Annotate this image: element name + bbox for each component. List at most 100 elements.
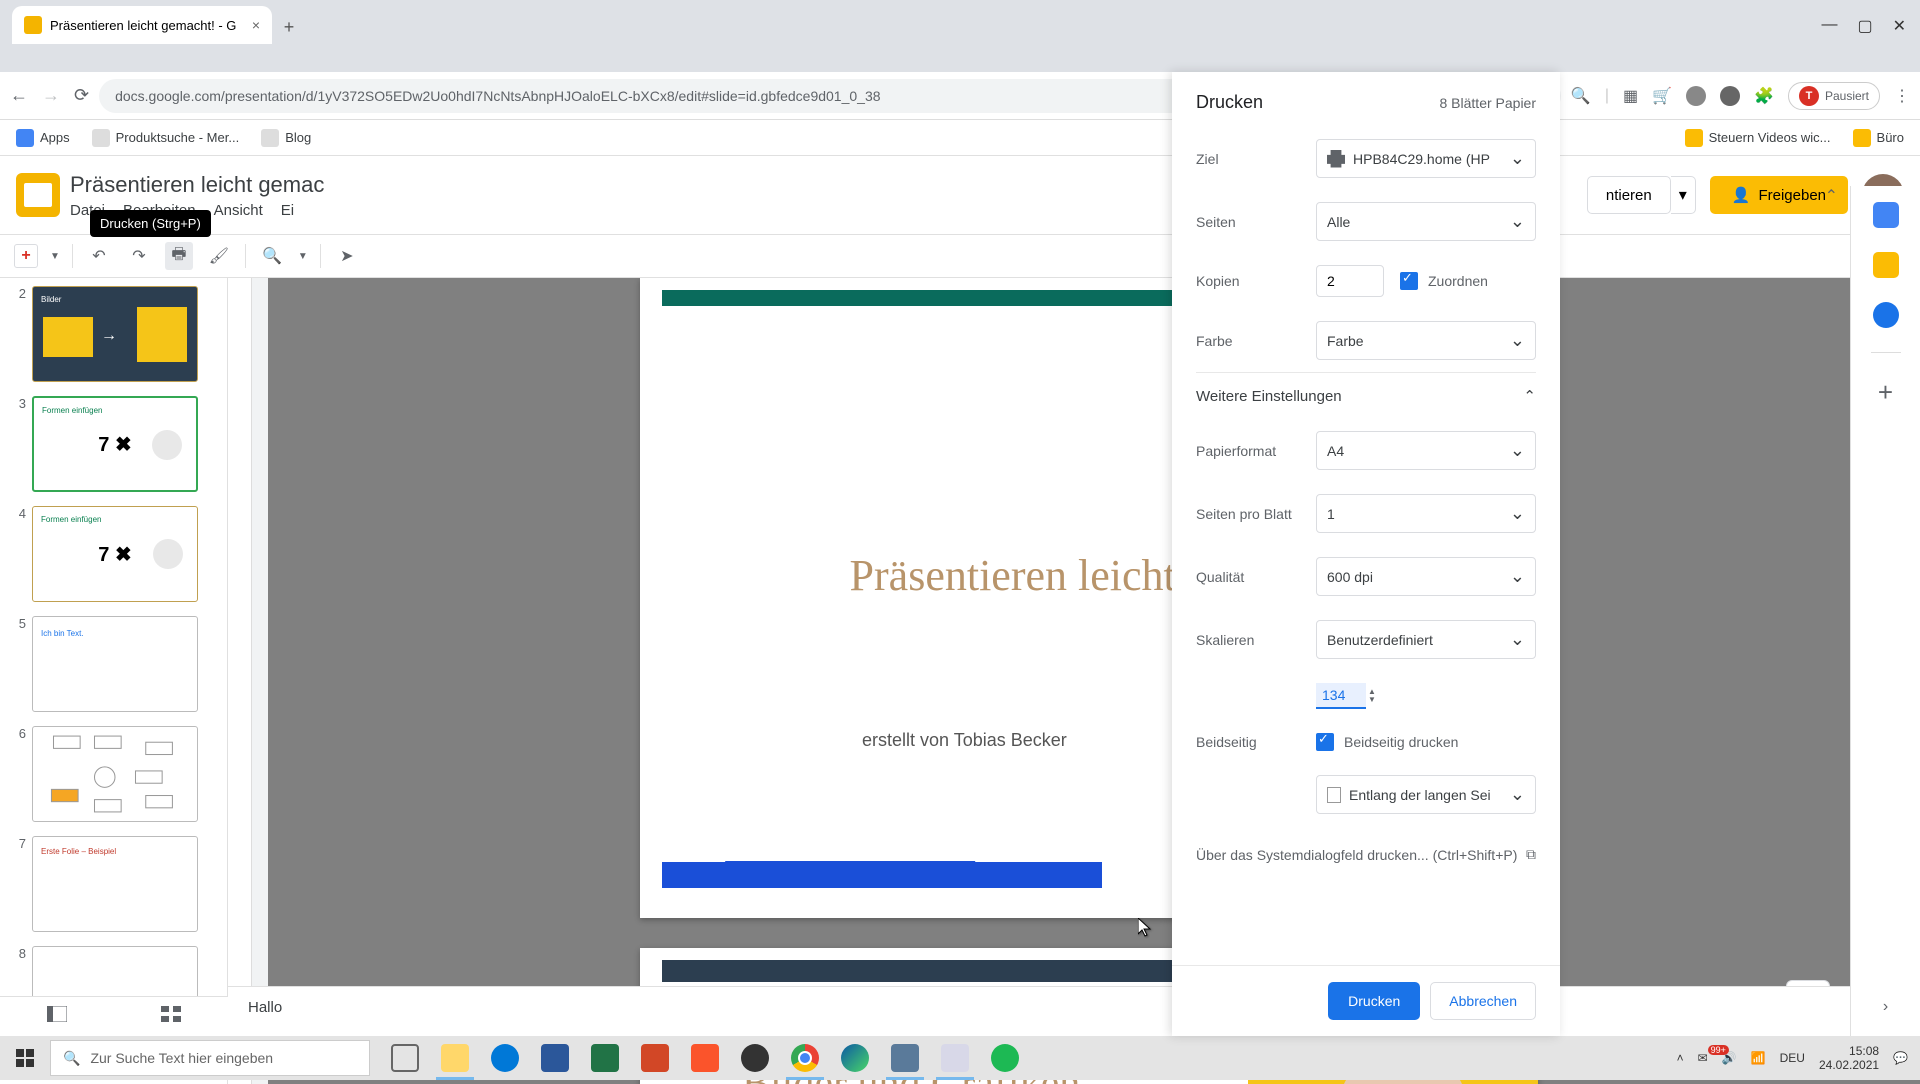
collapse-icon[interactable] [1825,186,1838,206]
ext-icon-1[interactable] [1686,86,1706,106]
print-button[interactable]: Drucken [1328,982,1420,1020]
redo-button[interactable]: ↷ [125,242,153,270]
taskbar-app-1[interactable] [880,1036,930,1080]
tray-mail-icon[interactable]: ✉99+ [1698,1051,1708,1065]
tray-clock[interactable]: 15:08 24.02.2021 [1819,1044,1879,1073]
forward-icon[interactable]: → [42,85,60,106]
calendar-icon[interactable] [1873,202,1899,228]
ext-icon-2[interactable] [1720,86,1740,106]
taskbar-chrome[interactable] [780,1036,830,1080]
taskbar-spotify[interactable] [980,1036,1030,1080]
zoom-icon[interactable]: 🔍 [1571,86,1591,106]
search-icon: 🔍 [63,1050,80,1067]
menu-einfuegen[interactable]: Ei [281,202,294,219]
select-tool[interactable]: ➤ [333,242,361,270]
speaker-notes[interactable]: Hallo [228,986,1850,1036]
window-close-icon[interactable]: ✕ [1893,16,1906,36]
windows-taskbar: 🔍 Zur Suche Text hier eingeben ˄ ✉99+ 🔊 … [0,1036,1920,1080]
slide-thumb-7[interactable]: Erste Folie – Beispiel [32,836,198,932]
scale-stepper-down[interactable]: ▼ [1368,696,1376,704]
zoom-dropdown[interactable]: ▼ [298,251,308,262]
menu-ansicht[interactable]: Ansicht [214,202,263,219]
paint-format-button[interactable]: 🖌 [205,242,233,270]
browser-tab[interactable]: Präsentieren leicht gemacht! - G × [12,6,272,44]
system-dialog-link[interactable]: Über das Systemdialogfeld drucken... (Ct… [1196,847,1517,863]
color-select[interactable]: Farbe [1316,321,1536,360]
zoom-button[interactable]: 🔍 [258,242,286,270]
tray-language[interactable]: DEU [1780,1051,1805,1065]
profile-paused[interactable]: T Pausiert [1788,82,1880,110]
tasks-icon[interactable] [1873,302,1899,328]
cart-icon[interactable]: 🛒 [1652,86,1672,106]
print-tooltip: Drucken (Strg+P) [90,210,211,237]
quality-select[interactable]: 600 dpi [1316,557,1536,596]
slides-logo[interactable] [16,173,60,217]
scale-select[interactable]: Benutzerdefiniert [1316,620,1536,659]
chevron-down-icon [1510,629,1525,650]
undo-button[interactable]: ↶ [85,242,113,270]
more-settings-toggle[interactable]: Weitere Einstellungen [1196,372,1536,419]
slide-thumb-4[interactable]: Formen einfügen 7 ✖ [32,506,198,602]
bookmark-produktsuche[interactable]: Produktsuche - Mer... [92,129,240,147]
cancel-button[interactable]: Abbrechen [1430,982,1536,1020]
close-tab-icon[interactable]: × [252,17,260,33]
slide-thumb-5[interactable]: Ich bin Text. [32,616,198,712]
document-title[interactable]: Präsentieren leicht gemac [70,172,324,198]
slide1-subtitle: erstellt von Tobias Becker [862,730,1067,751]
bookmark-steuern[interactable]: Steuern Videos wic... [1685,129,1831,147]
tray-notifications-icon[interactable]: 💬 [1893,1051,1908,1065]
new-slide-dropdown[interactable]: ▼ [50,251,60,262]
taskbar-edge-legacy[interactable] [480,1036,530,1080]
qr-icon[interactable]: ▦ [1623,86,1638,106]
slide-thumb-2[interactable]: Bilder → [32,286,198,382]
taskbar-excel[interactable] [580,1036,630,1080]
task-view-button[interactable] [380,1036,430,1080]
destination-select[interactable]: HPB84C29.home (HP [1316,139,1536,178]
window-minimize-icon[interactable]: — [1821,16,1837,36]
pages-per-sheet-select[interactable]: 1 [1316,494,1536,533]
chevron-right-icon[interactable]: › [1883,998,1888,1016]
taskbar-search[interactable]: 🔍 Zur Suche Text hier eingeben [50,1040,370,1076]
duplex-edge-select[interactable]: Entlang der langen Sei [1316,775,1536,814]
taskbar-explorer[interactable] [430,1036,480,1080]
grid-view-button[interactable] [161,1006,181,1027]
slide-filmstrip[interactable]: 2 Bilder → 3 Formen einfügen 7 ✖ 4 Forme… [0,278,228,1084]
new-tab-button[interactable]: + [272,10,306,44]
new-slide-button[interactable]: + [14,244,38,268]
tray-expand-icon[interactable]: ˄ [1677,1051,1684,1065]
paper-size-select[interactable]: A4 [1316,431,1536,470]
taskbar-app-2[interactable] [930,1036,980,1080]
apps-bookmark[interactable]: Apps [16,129,70,147]
filmstrip-view-button[interactable] [47,1006,67,1027]
preview-scroll-area[interactable]: Präsentieren leicht gemacht! erstellt vo… [268,278,1920,1084]
taskbar-powerpoint[interactable] [630,1036,680,1080]
copies-input[interactable] [1316,265,1384,297]
print-dialog-title: Drucken [1196,92,1263,113]
present-button[interactable]: ntieren [1587,176,1671,214]
window-maximize-icon[interactable]: ▢ [1857,16,1872,36]
reload-icon[interactable]: ⟳ [74,85,89,106]
taskbar-word[interactable] [530,1036,580,1080]
chevron-down-icon [1510,330,1525,351]
slide-thumb-3[interactable]: Formen einfügen 7 ✖ [32,396,198,492]
bookmark-buero[interactable]: Büro [1853,129,1904,147]
taskbar-edge[interactable] [830,1036,880,1080]
bookmark-blog[interactable]: Blog [261,129,311,147]
present-dropdown[interactable]: ▾ [1671,176,1696,214]
collate-checkbox[interactable] [1400,272,1418,290]
taskbar-brave[interactable] [680,1036,730,1080]
tray-wifi-icon[interactable]: 📶 [1751,1051,1766,1065]
back-icon[interactable]: ← [10,85,28,106]
menu-icon[interactable]: ⋮ [1894,86,1910,106]
add-addon-button[interactable]: + [1878,377,1893,408]
extensions-icon[interactable]: 🧩 [1754,86,1774,106]
slide-thumb-6[interactable] [32,726,198,822]
taskbar-obs[interactable] [730,1036,780,1080]
duplex-checkbox[interactable] [1316,733,1334,751]
scale-input[interactable] [1316,683,1366,709]
pages-select[interactable]: Alle [1316,202,1536,241]
start-button[interactable] [0,1036,50,1080]
person-icon: 👤 [1732,186,1751,204]
print-button[interactable]: 🖶 [165,242,193,270]
keep-icon[interactable] [1873,252,1899,278]
